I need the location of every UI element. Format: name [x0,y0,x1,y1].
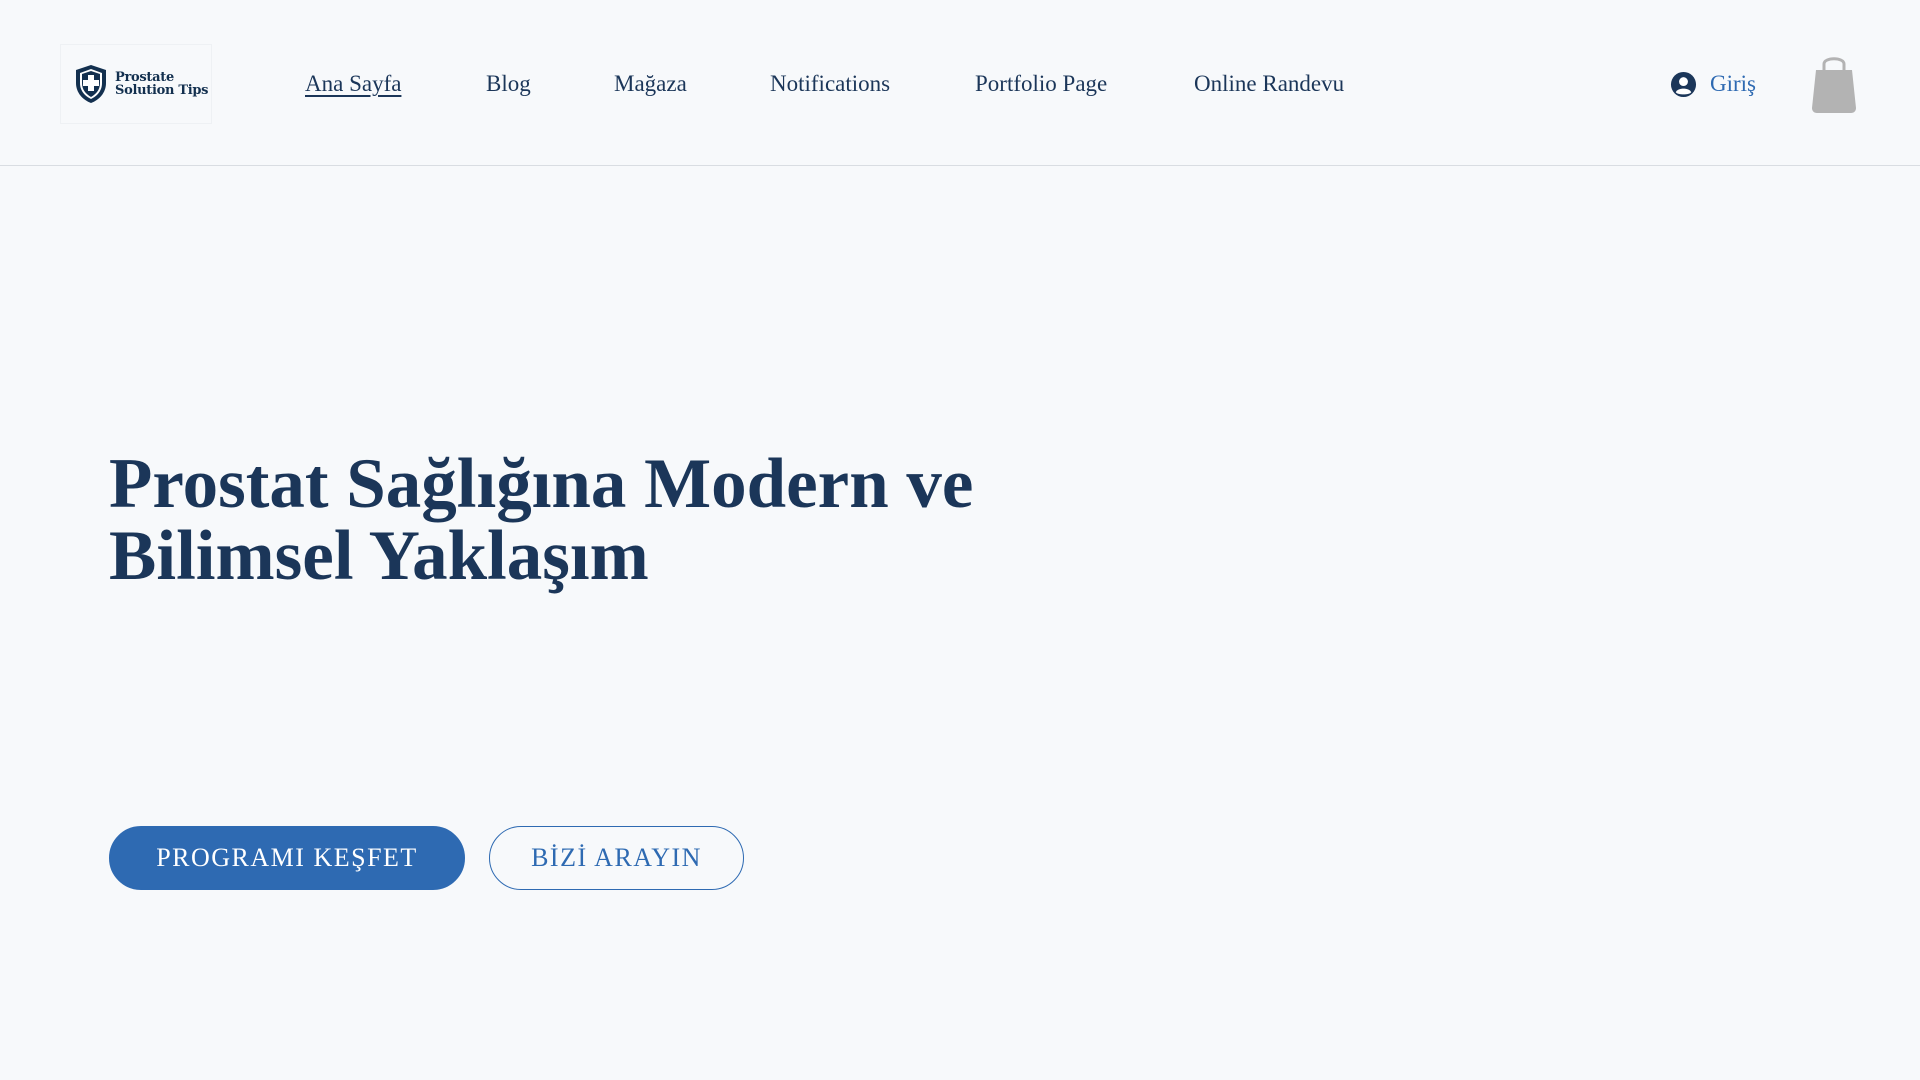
nav-item-notifications[interactable]: Notifications [770,68,890,100]
site-header: Prostate Solution Tips Ana Sayfa Blog Ma… [0,0,1920,166]
main-nav: Ana Sayfa Blog Mağaza Notifications Port… [0,68,1920,100]
nav-item-ana-sayfa[interactable]: Ana Sayfa [305,68,401,100]
nav-item-blog[interactable]: Blog [486,68,531,100]
login-button[interactable]: Giriş [1670,68,1756,100]
call-us-button[interactable]: BİZİ ARAYIN [489,826,744,890]
nav-item-portfolio-page[interactable]: Portfolio Page [975,68,1107,100]
login-label: Giriş [1710,71,1756,96]
nav-item-online-randevu[interactable]: Online Randevu [1194,68,1344,100]
explore-program-button[interactable]: PROGRAMI KEŞFET [109,826,465,890]
shopping-bag-icon[interactable] [1810,52,1858,114]
user-avatar-icon [1670,71,1697,97]
hero-title-line-2: Bilimsel Yaklaşım [109,517,649,595]
nav-item-magaza[interactable]: Mağaza [614,68,687,100]
hero-title: Prostat Sağlığına Modern ve Bilimsel Yak… [109,448,1109,592]
hero-title-line-1: Prostat Sağlığına Modern ve [109,445,974,523]
